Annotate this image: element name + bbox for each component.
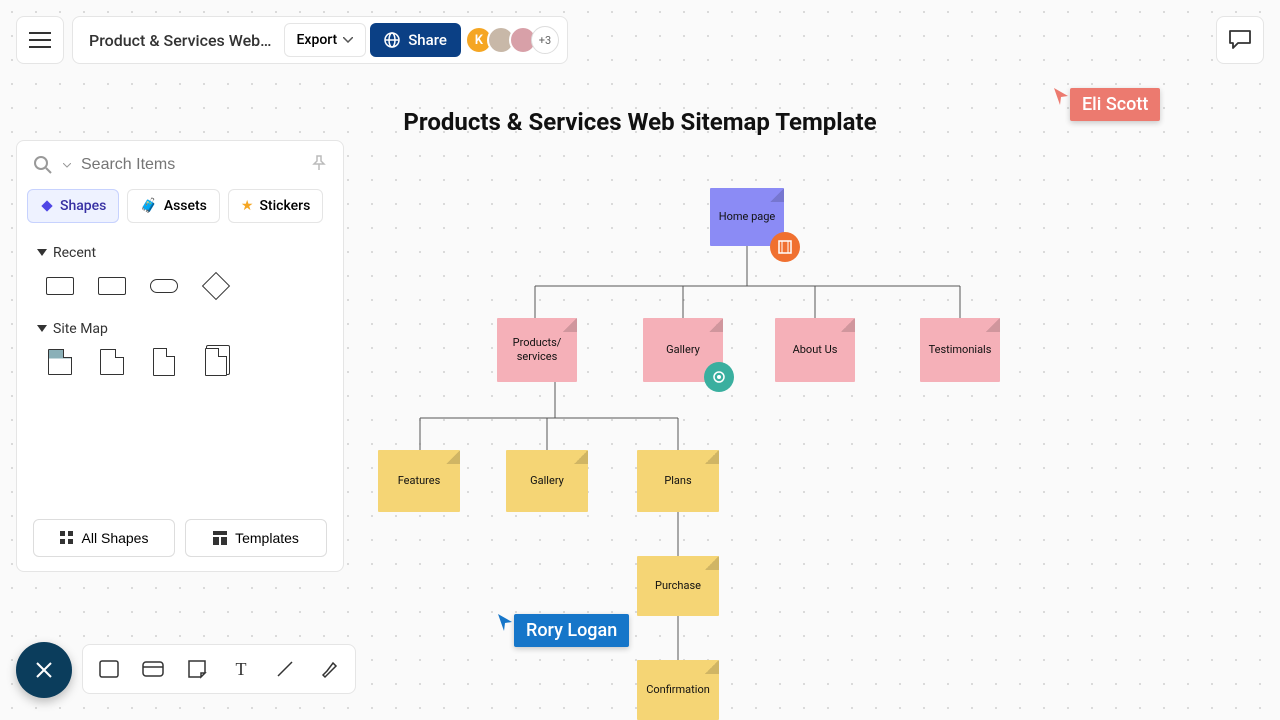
comments-button[interactable] xyxy=(1216,16,1264,64)
shape-doc[interactable] xyxy=(149,351,179,373)
comment-icon xyxy=(1228,29,1252,51)
templates-button[interactable]: Templates xyxy=(185,519,327,557)
share-label: Share xyxy=(408,31,447,49)
gear-icon xyxy=(711,369,727,385)
tab-label: Assets xyxy=(164,198,207,214)
document-bar: Product & Services Web… Export Share K +… xyxy=(72,16,568,64)
node-testimonials[interactable]: Testimonials xyxy=(920,318,1000,382)
all-shapes-button[interactable]: All Shapes xyxy=(33,519,175,557)
shape-rectangle[interactable] xyxy=(45,275,75,297)
search-input[interactable] xyxy=(81,156,301,174)
node-confirmation[interactable]: Confirmation xyxy=(637,660,719,720)
section-label: Recent xyxy=(53,245,96,261)
shape-page-filled[interactable] xyxy=(45,351,75,373)
shapes-panel: Shapes 🧳 Assets ★ Stickers Recent Site M… xyxy=(16,140,344,572)
avatar-more[interactable]: +3 xyxy=(531,26,559,54)
node-products[interactable]: Products/ services xyxy=(497,318,577,382)
triangle-down-icon xyxy=(37,249,47,257)
tool-rectangle[interactable] xyxy=(93,653,125,685)
grid-icon xyxy=(60,531,74,545)
section-label: Site Map xyxy=(53,321,108,337)
chevron-down-icon xyxy=(63,163,71,168)
tab-stickers[interactable]: ★ Stickers xyxy=(228,189,323,223)
collaborator-avatars[interactable]: K +3 xyxy=(471,26,559,54)
tool-line[interactable] xyxy=(269,653,301,685)
document-title[interactable]: Product & Services Web… xyxy=(81,31,280,50)
cursor-eli: Eli Scott xyxy=(1054,88,1160,121)
hamburger-icon xyxy=(29,32,51,48)
tool-highlighter[interactable] xyxy=(313,653,345,685)
badge-media[interactable] xyxy=(770,232,800,262)
section-sitemap[interactable]: Site Map xyxy=(17,309,343,345)
cursor-icon xyxy=(498,614,514,632)
button-label: Templates xyxy=(235,530,299,546)
tab-assets[interactable]: 🧳 Assets xyxy=(127,189,220,223)
shape-pill[interactable] xyxy=(149,275,179,297)
cursor-label: Eli Scott xyxy=(1070,88,1160,121)
globe-icon xyxy=(384,32,400,48)
diamond-icon xyxy=(40,199,54,213)
export-label: Export xyxy=(297,32,338,48)
node-about[interactable]: About Us xyxy=(775,318,855,382)
cursor-rory: Rory Logan xyxy=(498,614,629,647)
close-icon xyxy=(35,661,53,679)
node-purchase[interactable]: Purchase xyxy=(637,556,719,616)
star-icon: ★ xyxy=(241,198,254,214)
tool-text[interactable]: T xyxy=(225,653,257,685)
bottom-toolbar: T xyxy=(82,644,356,694)
shape-page[interactable] xyxy=(97,351,127,373)
tool-card[interactable] xyxy=(137,653,169,685)
close-fab[interactable] xyxy=(16,642,72,698)
briefcase-icon: 🧳 xyxy=(140,198,157,214)
tab-label: Shapes xyxy=(60,198,106,214)
chevron-down-icon xyxy=(343,37,353,43)
tool-sticky[interactable] xyxy=(181,653,213,685)
node-features[interactable]: Features xyxy=(378,450,460,512)
shape-doc-multi[interactable] xyxy=(201,351,231,373)
node-plans[interactable]: Plans xyxy=(637,450,719,512)
section-recent[interactable]: Recent xyxy=(17,233,343,269)
cursor-label: Rory Logan xyxy=(514,614,629,647)
tab-label: Stickers xyxy=(259,198,310,214)
shape-diamond[interactable] xyxy=(201,275,231,297)
layout-icon xyxy=(213,531,227,545)
badge-settings[interactable] xyxy=(704,362,734,392)
hamburger-menu[interactable] xyxy=(16,16,64,64)
triangle-down-icon xyxy=(37,325,47,333)
node-gallery-2[interactable]: Gallery xyxy=(506,450,588,512)
tab-shapes[interactable]: Shapes xyxy=(27,189,119,223)
svg-text:T: T xyxy=(236,660,247,678)
search-icon xyxy=(33,155,53,175)
export-button[interactable]: Export xyxy=(284,23,367,57)
shape-rectangle-2[interactable] xyxy=(97,275,127,297)
button-label: All Shapes xyxy=(82,530,149,546)
share-button[interactable]: Share xyxy=(370,23,461,57)
cursor-icon xyxy=(1054,88,1070,106)
film-icon xyxy=(778,240,792,254)
pin-icon[interactable] xyxy=(311,155,327,175)
